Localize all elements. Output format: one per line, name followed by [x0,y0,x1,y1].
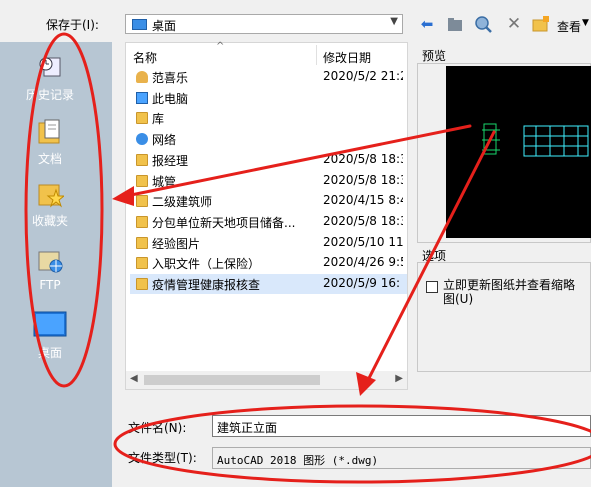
list-item[interactable]: 此电脑 [130,88,407,108]
item-name: 经验图片 [152,237,201,251]
scrollbar-thumb[interactable] [144,375,320,385]
list-item[interactable]: 二级建筑师 2020/4/15 8:4 [130,191,407,211]
history-icon [36,54,64,82]
preview-thumbnail [446,66,591,238]
folder-icon [136,278,148,290]
horizontal-scrollbar[interactable]: ◀ ▶ [126,371,407,389]
list-item[interactable]: 网络 [130,129,407,149]
item-name: 报经理 [152,154,189,168]
folder-icon [136,154,148,166]
list-item[interactable]: 入职文件（上保险） 2020/4/26 9:5 [130,253,407,273]
favorites-icon [36,180,66,208]
item-name: 网络 [152,133,177,147]
place-ftp[interactable]: FTP [10,246,90,292]
desktop-folder-icon [132,19,147,30]
view-menu[interactable]: 查看 [557,18,581,35]
list-item-selected[interactable]: 疫情管理健康报核查 2020/5/9 16: [130,274,407,294]
filetype-label: 文件类型(T): [128,451,197,465]
item-name: 入职文件（上保险） [152,257,261,271]
item-date: 2020/5/8 18:3 [323,173,403,187]
folder-icon [136,237,148,249]
item-date: 2020/5/8 18:3 [323,214,403,228]
place-documents[interactable]: 文档 [10,118,90,167]
folder-icon [136,175,148,187]
list-item[interactable]: 范喜乐 2020/5/2 21:2 [130,67,407,87]
list-item[interactable]: 城管 2020/5/8 18:3 [130,171,407,191]
sort-ascending-icon: ^ [216,41,225,52]
item-date: 2020/5/2 21:2 [323,69,403,83]
search-web-icon[interactable] [474,15,492,33]
ftp-icon [36,246,64,274]
network-icon [136,133,148,145]
delete-icon[interactable]: ✕ [505,15,523,33]
place-label: 桌面 [37,346,62,360]
item-name: 二级建筑师 [152,195,213,209]
view-chevron-icon[interactable]: ▼ [582,18,589,28]
place-history[interactable]: 历史记录 [10,54,90,103]
up-folder-icon[interactable] [446,15,464,33]
save-in-dropdown[interactable]: 桌面 ▼ [125,14,403,34]
filename-label: 文件名(N): [128,421,187,435]
user-folder-icon [136,71,148,83]
place-desktop[interactable]: 桌面 [10,310,90,361]
save-in-value: 桌面 [152,19,177,33]
preview-label: 预览 [422,49,447,63]
list-item[interactable]: 报经理 2020/5/8 18:3 [130,150,407,170]
item-name: 分包单位新天地项目储备... [152,216,296,230]
item-date: 2020/4/15 8:4 [323,193,403,207]
file-list[interactable]: ^ 名称 修改日期 范喜乐 2020/5/2 21:2 此电脑 库 网络 报经理… [125,41,408,390]
item-name: 城管 [152,175,177,189]
library-icon [136,112,148,124]
column-divider[interactable] [316,45,317,65]
list-item[interactable]: 分包单位新天地项目储备... 2020/5/8 18:3 [130,212,407,232]
update-thumbnail-checkbox[interactable] [426,281,438,293]
computer-icon [136,92,148,104]
item-date: 2020/5/8 18:3 [323,152,403,166]
places-bar: 历史记录 文档 收藏夹 FTP 桌面 [0,42,112,487]
folder-icon [136,216,148,228]
bottom-panel [112,400,591,487]
update-thumbnail-label[interactable]: 立即更新图纸并查看缩略图(U) [443,278,583,306]
back-arrow-icon[interactable]: ⬅ [418,15,436,33]
item-name: 范喜乐 [152,71,189,85]
save-in-label: 保存于(I): [46,18,99,32]
item-name: 此电脑 [152,92,189,106]
column-header-date[interactable]: 修改日期 [323,49,371,66]
item-date: 2020/4/26 9:5 [323,255,403,269]
item-name: 库 [152,112,165,126]
item-date: 2020/5/10 11 [323,235,403,249]
place-favorites[interactable]: 收藏夹 [10,180,90,229]
filetype-select[interactable]: AutoCAD 2018 图形 (*.dwg) [212,447,591,469]
desktop-icon [33,310,67,340]
place-label: 历史记录 [25,88,74,102]
documents-icon [36,118,64,146]
item-date: 2020/5/9 16: [323,276,401,290]
folder-icon [136,195,148,207]
scroll-left-icon[interactable]: ◀ [130,373,138,384]
place-label: 收藏夹 [31,214,68,228]
filename-input[interactable]: 建筑正立面 [212,415,591,437]
item-name: 疫情管理健康报核查 [152,278,261,292]
scroll-right-icon[interactable]: ▶ [395,373,403,384]
chevron-down-icon[interactable]: ▼ [390,16,398,27]
list-item[interactable]: 库 [130,108,407,128]
list-item[interactable]: 经验图片 2020/5/10 11 [130,233,407,253]
folder-icon [136,257,148,269]
place-label: FTP [39,278,61,292]
new-folder-icon[interactable] [532,15,550,33]
column-header-name[interactable]: 名称 [133,49,157,66]
place-label: 文档 [37,152,62,166]
